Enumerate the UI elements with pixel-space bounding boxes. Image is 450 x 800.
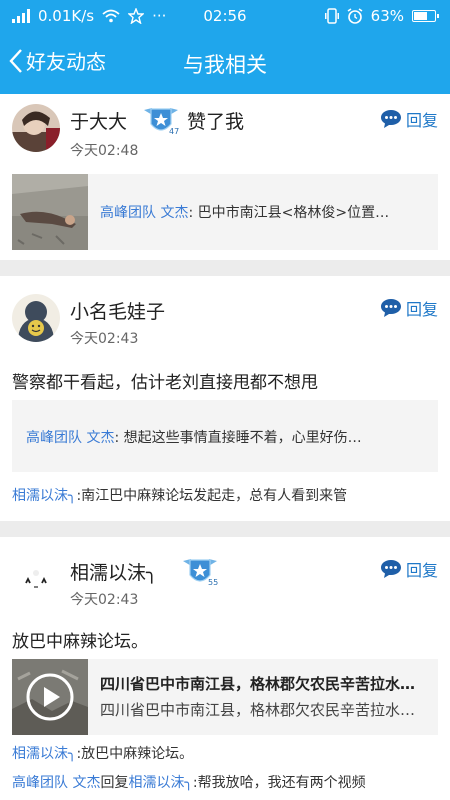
comment-bubble-icon bbox=[380, 560, 401, 578]
comment-text: :南江巴中麻辣论坛发起走，总有人看到来管 bbox=[76, 488, 348, 504]
post-time: 今天02:48 bbox=[70, 143, 139, 159]
badge-level: 55 bbox=[208, 578, 218, 587]
post-time: 今天02:43 bbox=[70, 592, 139, 608]
nav-bar: 好友动态 与我相关 bbox=[0, 32, 450, 94]
alarm-icon bbox=[347, 8, 363, 24]
vibrate-icon bbox=[324, 8, 339, 24]
user-name[interactable]: 小名毛娃子 bbox=[70, 297, 165, 324]
quote-text: 巴中市南江县<格林俊>位置… bbox=[197, 205, 390, 221]
video-thumbnail[interactable] bbox=[12, 659, 88, 735]
reply-label: 回复 bbox=[405, 111, 438, 130]
reply-word: 回复 bbox=[100, 775, 129, 791]
comment-bubble-icon bbox=[380, 299, 401, 317]
post-text: 放巴中麻辣论坛。 bbox=[12, 632, 148, 652]
user-name[interactable]: 相濡以沫╮ bbox=[70, 558, 157, 585]
reply-label: 回复 bbox=[405, 561, 438, 580]
comment-line: 相濡以沫╮:南江巴中麻辣论坛发起走，总有人看到来管 bbox=[12, 485, 438, 505]
quoted-post[interactable]: 高峰团队 文杰: 想起这些事情直接睡不着，心里好伤… bbox=[12, 400, 438, 472]
quoted-post[interactable]: 高峰团队 文杰: 巴中市南江县<格林俊>位置… bbox=[12, 174, 438, 250]
feed-card[interactable]: 于大大 47 赞了我 今天02:48 回复 高峰团队 文杰: 巴中市南江县<格林… bbox=[0, 94, 450, 260]
comment-line: 高峰团队 文杰回复相濡以沫╮:帮我放哈，我还有两个视频 bbox=[12, 772, 438, 792]
reply-button[interactable]: 回复 bbox=[380, 557, 438, 581]
badge-level: 47 bbox=[169, 127, 179, 136]
quote-sep: : bbox=[114, 430, 120, 446]
comment-bubble-icon bbox=[380, 110, 401, 128]
reply-label: 回复 bbox=[405, 300, 438, 319]
reply-button[interactable]: 回复 bbox=[380, 107, 438, 131]
battery-percent: 63% bbox=[370, 7, 404, 25]
page-title: 与我相关 bbox=[183, 53, 267, 77]
post-text: 警察都干看起，估计老刘直接甩都不想甩 bbox=[12, 373, 318, 393]
quote-sep: : bbox=[188, 205, 194, 221]
reply-button[interactable]: 回复 bbox=[380, 296, 438, 320]
video-title: 四川省巴中市南江县，格林郡欠农民辛苦拉水… bbox=[100, 675, 416, 693]
quote-author[interactable]: 高峰团队 文杰 bbox=[100, 205, 188, 221]
avatar[interactable] bbox=[12, 555, 60, 603]
video-desc: 四川省巴中市南江县，格林郡欠农民辛苦拉水… bbox=[100, 701, 416, 719]
battery-icon bbox=[412, 10, 439, 22]
quoted-video-post[interactable]: 四川省巴中市南江县，格林郡欠农民辛苦拉水… 四川省巴中市南江县，格林郡欠农民辛苦… bbox=[12, 659, 438, 735]
level-badge-icon: 47 bbox=[144, 108, 179, 136]
commenter-name[interactable]: 相濡以沫╮ bbox=[12, 746, 76, 762]
avatar[interactable] bbox=[12, 104, 60, 152]
post-thumbnail[interactable] bbox=[12, 174, 88, 250]
quote-author[interactable]: 高峰团队 文杰 bbox=[26, 430, 114, 446]
avatar[interactable] bbox=[12, 294, 60, 342]
action-text: 赞了我 bbox=[187, 111, 245, 133]
level-badge-icon: 55 bbox=[183, 559, 218, 587]
status-bar: 0.01K/s ··· 02:56 63% bbox=[0, 0, 450, 32]
post-time: 今天02:43 bbox=[70, 331, 139, 347]
commenter-name[interactable]: 相濡以沫╮ bbox=[12, 488, 76, 504]
quote-text: 想起这些事情直接睡不着，心里好伤… bbox=[123, 430, 362, 446]
commenter-name[interactable]: 高峰团队 文杰 bbox=[12, 775, 100, 791]
comment-line: 相濡以沫╮:放巴中麻辣论坛。 bbox=[12, 743, 438, 763]
comment-text: :放巴中麻辣论坛。 bbox=[76, 746, 194, 762]
feed-card[interactable]: 相濡以沫╮ 55 今天02:43 回复 放巴中麻辣论坛。 四川省巴中市南江县，格… bbox=[0, 537, 450, 800]
reply-target-name[interactable]: 相濡以沫╮ bbox=[128, 775, 192, 791]
feed-card[interactable]: 小名毛娃子 今天02:43 回复 警察都干看起，估计老刘直接甩都不想甩 高峰团队… bbox=[0, 276, 450, 521]
user-name[interactable]: 于大大 bbox=[70, 107, 127, 134]
comment-text: :帮我放哈，我还有两个视频 bbox=[192, 775, 366, 791]
